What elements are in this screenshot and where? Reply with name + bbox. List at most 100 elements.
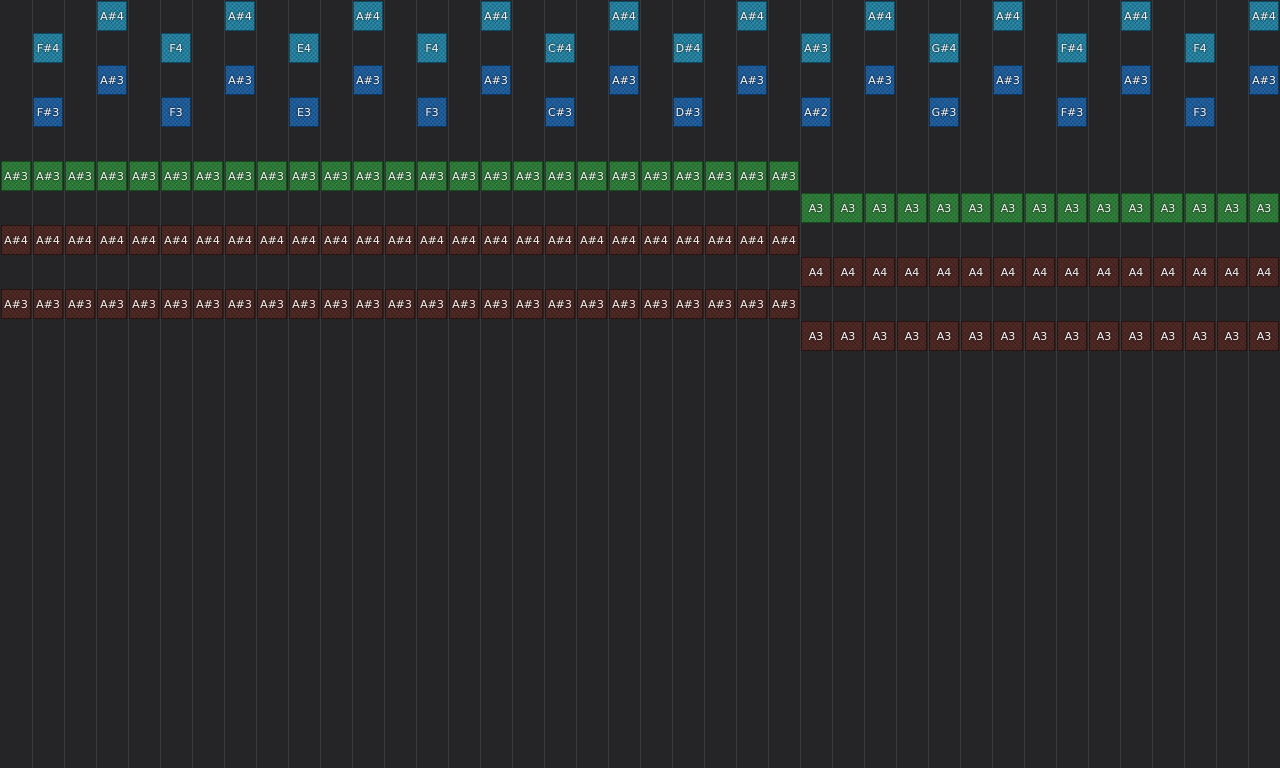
note-bass[interactable]: A#3 bbox=[321, 161, 351, 191]
note-lead-hi[interactable]: A#4 bbox=[993, 1, 1023, 31]
note-pad[interactable]: A#3 bbox=[65, 289, 95, 319]
note-bass[interactable]: A#3 bbox=[353, 161, 383, 191]
note-pad[interactable]: A#3 bbox=[513, 289, 543, 319]
note-pad[interactable]: A3 bbox=[1185, 321, 1215, 351]
note-pad[interactable]: A#4 bbox=[577, 225, 607, 255]
note-lead-hi[interactable]: C#4 bbox=[545, 33, 575, 63]
note-pad[interactable]: A#3 bbox=[97, 289, 127, 319]
note-lead-lo[interactable]: A#3 bbox=[737, 65, 767, 95]
note-lead-hi[interactable]: A#4 bbox=[1121, 1, 1151, 31]
note-pad[interactable]: A#3 bbox=[577, 289, 607, 319]
note-pad[interactable]: A3 bbox=[801, 321, 831, 351]
note-pad[interactable]: A#3 bbox=[385, 289, 415, 319]
note-bass[interactable]: A#3 bbox=[257, 161, 287, 191]
note-pad[interactable]: A3 bbox=[1121, 321, 1151, 351]
note-bass[interactable]: A#3 bbox=[513, 161, 543, 191]
note-bass[interactable]: A#3 bbox=[481, 161, 511, 191]
note-bass[interactable]: A#3 bbox=[161, 161, 191, 191]
note-bass[interactable]: A3 bbox=[1025, 193, 1055, 223]
note-bass[interactable]: A#3 bbox=[65, 161, 95, 191]
note-pad[interactable]: A#3 bbox=[449, 289, 479, 319]
note-pad[interactable]: A4 bbox=[1153, 257, 1183, 287]
note-pad[interactable]: A#3 bbox=[321, 289, 351, 319]
note-lead-hi[interactable]: F#4 bbox=[1057, 33, 1087, 63]
note-pad[interactable]: A3 bbox=[961, 321, 991, 351]
note-pad[interactable]: A4 bbox=[929, 257, 959, 287]
piano-roll-grid[interactable]: A#4 A#4 A#4 A#4 A#4 A#4 A#4 A#4 A#4 A#4 F#4 F4 E4 F4 C… bbox=[0, 0, 1280, 768]
note-pad[interactable]: A#4 bbox=[385, 225, 415, 255]
note-lead-lo[interactable]: A#3 bbox=[97, 65, 127, 95]
note-lead-hi[interactable]: F4 bbox=[1185, 33, 1215, 63]
note-lead-hi[interactable]: A#4 bbox=[865, 1, 895, 31]
note-lead-lo[interactable]: F3 bbox=[1185, 97, 1215, 127]
note-lead-hi[interactable]: F4 bbox=[161, 33, 191, 63]
note-pad[interactable]: A4 bbox=[865, 257, 895, 287]
note-pad[interactable]: A4 bbox=[1089, 257, 1119, 287]
note-lead-hi[interactable]: A#4 bbox=[225, 1, 255, 31]
note-pad[interactable]: A4 bbox=[1185, 257, 1215, 287]
note-pad[interactable]: A#4 bbox=[481, 225, 511, 255]
note-pad[interactable]: A#3 bbox=[289, 289, 319, 319]
note-bass[interactable]: A#3 bbox=[609, 161, 639, 191]
note-pad[interactable]: A#4 bbox=[769, 225, 799, 255]
note-bass[interactable]: A#3 bbox=[545, 161, 575, 191]
note-bass[interactable]: A3 bbox=[1057, 193, 1087, 223]
note-bass[interactable]: A3 bbox=[801, 193, 831, 223]
note-pad[interactable]: A#4 bbox=[641, 225, 671, 255]
note-lead-lo[interactable]: A#2 bbox=[801, 97, 831, 127]
note-bass[interactable]: A3 bbox=[1249, 193, 1279, 223]
note-pad[interactable]: A3 bbox=[1025, 321, 1055, 351]
note-pad[interactable]: A#4 bbox=[33, 225, 63, 255]
note-pad[interactable]: A#4 bbox=[737, 225, 767, 255]
note-pad[interactable]: A#4 bbox=[353, 225, 383, 255]
note-pad[interactable]: A#4 bbox=[289, 225, 319, 255]
note-lead-hi[interactable]: A#4 bbox=[97, 1, 127, 31]
note-lead-lo[interactable]: A#3 bbox=[865, 65, 895, 95]
note-bass[interactable]: A3 bbox=[865, 193, 895, 223]
note-pad[interactable]: A3 bbox=[1249, 321, 1279, 351]
note-bass[interactable]: A#3 bbox=[129, 161, 159, 191]
note-lead-hi[interactable]: F#4 bbox=[33, 33, 63, 63]
note-bass[interactable]: A3 bbox=[993, 193, 1023, 223]
note-pad[interactable]: A#3 bbox=[609, 289, 639, 319]
note-bass[interactable]: A#3 bbox=[641, 161, 671, 191]
note-pad[interactable]: A#3 bbox=[769, 289, 799, 319]
note-pad[interactable]: A#3 bbox=[193, 289, 223, 319]
note-pad[interactable]: A#3 bbox=[641, 289, 671, 319]
note-bass[interactable]: A#3 bbox=[385, 161, 415, 191]
note-pad[interactable]: A#3 bbox=[705, 289, 735, 319]
note-pad[interactable]: A#4 bbox=[321, 225, 351, 255]
note-pad[interactable]: A4 bbox=[1057, 257, 1087, 287]
note-pad[interactable]: A#3 bbox=[161, 289, 191, 319]
note-pad[interactable]: A#4 bbox=[705, 225, 735, 255]
note-pad[interactable]: A#3 bbox=[129, 289, 159, 319]
note-bass[interactable]: A3 bbox=[1153, 193, 1183, 223]
note-pad[interactable]: A3 bbox=[1217, 321, 1247, 351]
note-lead-hi[interactable]: A#4 bbox=[609, 1, 639, 31]
note-pad[interactable]: A#4 bbox=[193, 225, 223, 255]
note-pad[interactable]: A#4 bbox=[417, 225, 447, 255]
note-pad[interactable]: A3 bbox=[833, 321, 863, 351]
note-pad[interactable]: A#3 bbox=[353, 289, 383, 319]
note-bass[interactable]: A3 bbox=[1089, 193, 1119, 223]
note-pad[interactable]: A#4 bbox=[609, 225, 639, 255]
note-pad[interactable]: A#4 bbox=[225, 225, 255, 255]
note-bass[interactable]: A#3 bbox=[417, 161, 447, 191]
note-lead-hi[interactable]: F4 bbox=[417, 33, 447, 63]
note-bass[interactable]: A#3 bbox=[449, 161, 479, 191]
note-pad[interactable]: A#3 bbox=[225, 289, 255, 319]
note-bass[interactable]: A#3 bbox=[737, 161, 767, 191]
note-lead-lo[interactable]: F3 bbox=[161, 97, 191, 127]
note-pad[interactable]: A#4 bbox=[97, 225, 127, 255]
note-bass[interactable]: A3 bbox=[897, 193, 927, 223]
note-lead-lo[interactable]: D#3 bbox=[673, 97, 703, 127]
note-lead-lo[interactable]: A#3 bbox=[481, 65, 511, 95]
note-bass[interactable]: A#3 bbox=[225, 161, 255, 191]
note-pad[interactable]: A4 bbox=[993, 257, 1023, 287]
note-pad[interactable]: A3 bbox=[865, 321, 895, 351]
note-bass[interactable]: A3 bbox=[961, 193, 991, 223]
note-pad[interactable]: A#4 bbox=[161, 225, 191, 255]
note-pad[interactable]: A4 bbox=[1121, 257, 1151, 287]
note-bass[interactable]: A#3 bbox=[97, 161, 127, 191]
note-lead-lo[interactable]: A#3 bbox=[353, 65, 383, 95]
